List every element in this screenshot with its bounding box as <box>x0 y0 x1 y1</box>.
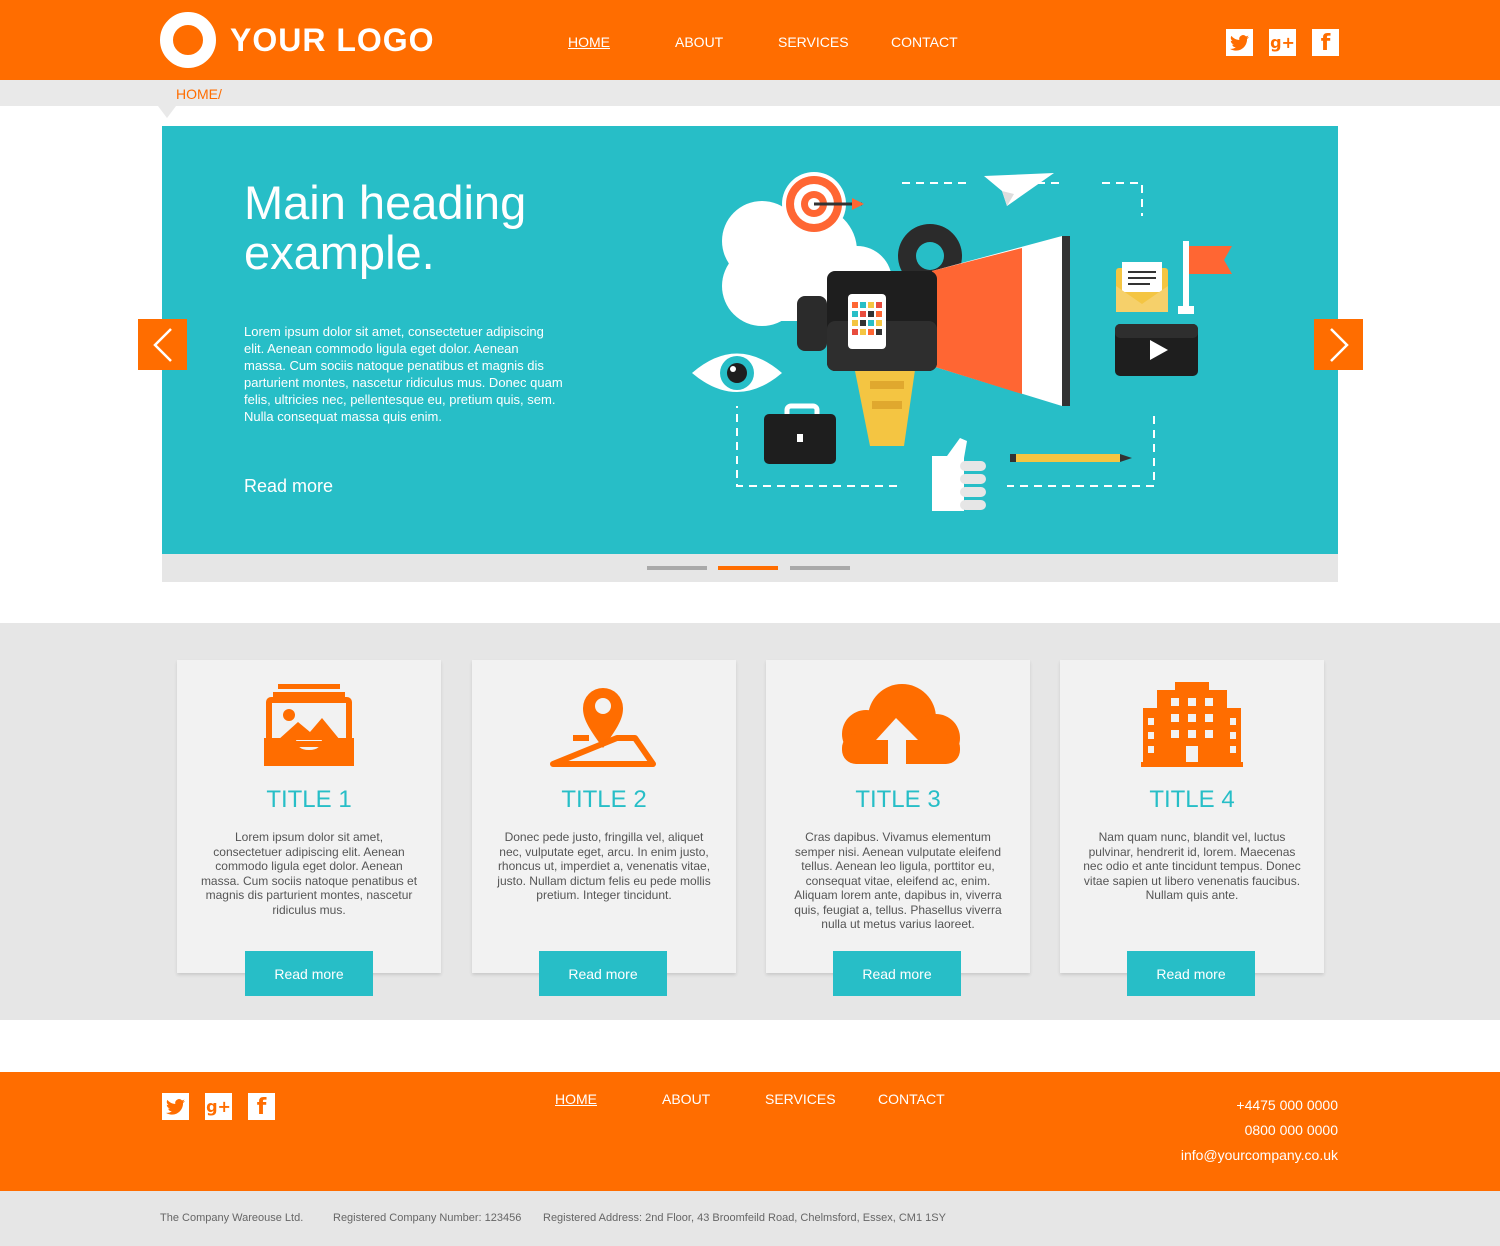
google-plus-icon[interactable]: g+ <box>1269 29 1296 56</box>
hero-body: Lorem ipsum dolor sit amet, consectetuer… <box>244 324 563 424</box>
company-number: Registered Company Number: 123456 <box>333 1212 522 1224</box>
slider-prev-arrow[interactable] <box>138 319 187 370</box>
facebook-icon[interactable]: f <box>248 1093 275 1120</box>
feature-title-3: TITLE 3 <box>855 786 941 813</box>
feature-title-2: TITLE 2 <box>561 786 647 813</box>
logo[interactable]: YOUR LOGO <box>160 12 435 68</box>
company-name: The Company Wareouse Ltd. <box>160 1212 304 1224</box>
header-social: g+ f <box>1226 29 1339 56</box>
feature-card-3: TITLE 3 Cras dapibus. Vivamus elementum … <box>766 660 1030 973</box>
breadcrumb-bar <box>0 80 1500 106</box>
google-plus-icon[interactable]: g+ <box>205 1093 232 1120</box>
breadcrumb-notch <box>158 106 176 118</box>
site-header: YOUR LOGO HOME ABOUT SERVICES CONTACT g+… <box>0 0 1500 80</box>
slide-dot-2[interactable] <box>718 566 778 570</box>
feature-2-read-more-button[interactable]: Read more <box>539 951 667 996</box>
feature-text-4: Nam quam nunc, blandit vel, luctus pulvi… <box>1083 830 1301 902</box>
footer-nav-about[interactable]: ABOUT <box>662 1091 710 1107</box>
phone-2[interactable]: 0800 000 0000 <box>1181 1118 1338 1143</box>
feature-card-2: TITLE 2 Donec pede justo, fringilla vel,… <box>472 660 736 973</box>
footer-nav-services[interactable]: SERVICES <box>765 1091 836 1107</box>
footer-nav-home[interactable]: HOME <box>555 1091 597 1107</box>
twitter-icon[interactable] <box>162 1093 189 1120</box>
feature-text-3: Cras dapibus. Vivamus elementum semper n… <box>794 830 1002 931</box>
chevron-right-icon <box>1329 327 1349 362</box>
slide-dot-3[interactable] <box>790 566 850 570</box>
map-pin-icon <box>472 682 736 776</box>
feature-3-read-more-button[interactable]: Read more <box>833 951 961 996</box>
feature-text-1: Lorem ipsum dolor sit amet, consectetuer… <box>200 830 418 917</box>
feature-title-1: TITLE 1 <box>266 786 352 813</box>
phone-1[interactable]: +4475 000 0000 <box>1181 1093 1338 1118</box>
nav-contact[interactable]: CONTACT <box>891 34 958 50</box>
feature-card-4: TITLE 4 Nam quam nunc, blandit vel, luct… <box>1060 660 1324 973</box>
cloud-upload-icon <box>766 682 1030 776</box>
hero-heading: Main heading example. <box>244 176 527 279</box>
footer-social: g+ f <box>162 1093 275 1120</box>
logo-ring-icon <box>160 12 216 68</box>
facebook-icon[interactable]: f <box>1312 29 1339 56</box>
feature-text-2: Donec pede justo, fringilla vel, aliquet… <box>497 830 711 902</box>
hero-read-more-link[interactable]: Read more <box>244 476 333 497</box>
nav-services[interactable]: SERVICES <box>778 34 849 50</box>
company-address: Registered Address: 2nd Floor, 43 Broomf… <box>543 1212 946 1224</box>
feature-card-1: TITLE 1 Lorem ipsum dolor sit amet, cons… <box>177 660 441 973</box>
marketing-illustration <box>692 172 1232 511</box>
contact-info: +4475 000 0000 0800 000 0000 info@yourco… <box>1181 1093 1338 1168</box>
photo-archive-icon <box>177 682 441 776</box>
slider-next-arrow[interactable] <box>1314 319 1363 370</box>
hero-slider: Main heading example. Lorem ipsum dolor … <box>162 126 1338 554</box>
feature-title-4: TITLE 4 <box>1149 786 1235 813</box>
twitter-icon[interactable] <box>1226 29 1253 56</box>
feature-1-read-more-button[interactable]: Read more <box>245 951 373 996</box>
chevron-left-icon <box>152 327 172 362</box>
footer-nav-contact[interactable]: CONTACT <box>878 1091 945 1107</box>
nav-about[interactable]: ABOUT <box>675 34 723 50</box>
feature-4-read-more-button[interactable]: Read more <box>1127 951 1255 996</box>
breadcrumb[interactable]: HOME/ <box>176 86 222 102</box>
building-icon <box>1060 682 1324 776</box>
email-link[interactable]: info@yourcompany.co.uk <box>1181 1143 1338 1168</box>
logo-text: YOUR LOGO <box>230 21 435 58</box>
nav-home[interactable]: HOME <box>568 34 610 50</box>
slide-dot-1[interactable] <box>647 566 707 570</box>
